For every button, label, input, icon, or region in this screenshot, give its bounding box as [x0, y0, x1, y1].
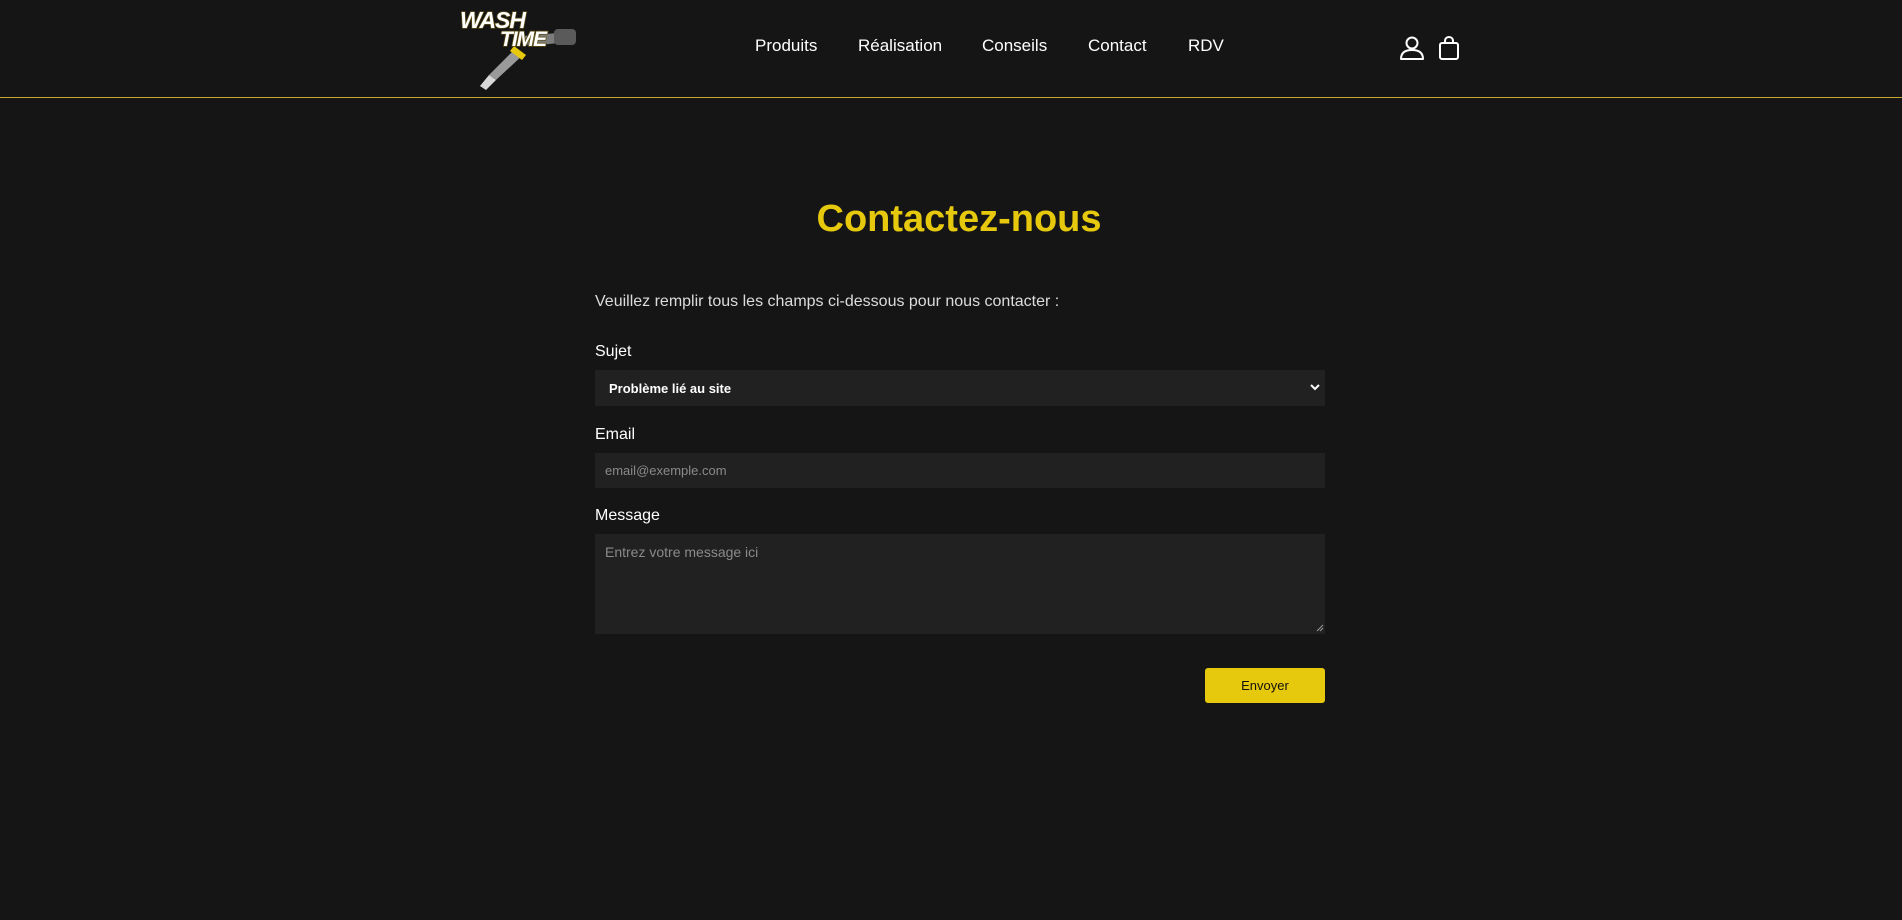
account-button[interactable] [1398, 34, 1426, 62]
shopping-bag-icon [1439, 35, 1459, 60]
email-label: Email [595, 426, 636, 443]
nav-rdv[interactable]: RDV [1188, 36, 1224, 56]
subject-label: Sujet [595, 343, 632, 360]
site-header: WASH TIME Produits Réalisation Conseils … [0, 0, 1902, 98]
nav-contact[interactable]: Contact [1088, 36, 1147, 56]
user-icon [1400, 36, 1424, 60]
message-label: Message [595, 507, 660, 524]
nav-produits[interactable]: Produits [755, 36, 817, 56]
nav-conseils[interactable]: Conseils [982, 36, 1047, 56]
page-title: Contactez-nous [816, 198, 1102, 240]
intro-text: Veuillez remplir tous les champs ci-dess… [595, 293, 1060, 310]
cart-button[interactable] [1435, 34, 1463, 62]
main-nav: Produits Réalisation Conseils Contact RD… [0, 36, 1902, 60]
resize-handle-icon[interactable] [1316, 624, 1324, 632]
message-textarea[interactable] [595, 534, 1325, 634]
subject-selected-value: Problème lié au site [609, 380, 732, 396]
nav-realisation[interactable]: Réalisation [858, 36, 942, 56]
subject-select[interactable]: Problème lié au site [595, 370, 1325, 406]
email-field[interactable] [595, 453, 1325, 488]
chevron-down-icon [1310, 384, 1320, 391]
send-button[interactable]: Envoyer [1205, 668, 1325, 703]
